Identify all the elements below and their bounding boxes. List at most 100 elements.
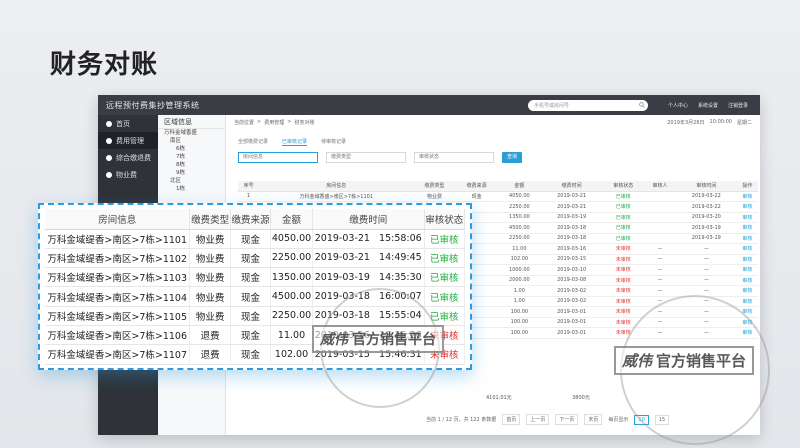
cell-date: 2019-03-19 xyxy=(314,271,370,283)
cell-clock: 14:49:45 xyxy=(379,252,422,264)
table-cell: 未审核 xyxy=(602,254,645,265)
sidebar-item-payment[interactable]: 综合缴退费 xyxy=(98,149,158,166)
sidebar-item-label: 综合缴退费 xyxy=(116,153,151,162)
table-cell: — xyxy=(644,296,676,307)
link-settings[interactable]: 系统设置 xyxy=(698,102,718,109)
cell-source: 现金 xyxy=(230,344,272,365)
table-cell: — xyxy=(644,254,676,265)
cell-source: 现金 xyxy=(230,248,272,269)
tree-node[interactable]: 南区 xyxy=(158,137,225,145)
audit-link[interactable]: 审核 xyxy=(736,275,758,286)
link-logout[interactable]: 注销登录 xyxy=(728,102,748,109)
house-filter-input[interactable]: 房间信息 xyxy=(238,152,318,163)
cell-source: 现金 xyxy=(230,286,272,307)
tree-node[interactable]: 7栋 xyxy=(158,153,225,161)
tree-node[interactable]: 万科金域香盛 xyxy=(158,129,225,137)
audit-link[interactable]: 审核 xyxy=(736,306,758,318)
bg-table-header: 审核状态 xyxy=(602,181,645,192)
cell-source: 现金 xyxy=(230,229,272,249)
page-size-option[interactable]: 10 xyxy=(634,414,649,425)
table-cell: 未审核 xyxy=(602,275,645,286)
table-cell: 2019-03-02 xyxy=(541,296,603,307)
table-row: 万科金域缇香>南区>7栋>1106 退费 现金 11.00 2019-03-16 18:… xyxy=(45,325,466,346)
table-cell: — xyxy=(644,275,676,286)
pagination: 当前 1 / 12 页，共 122 条数据 首页 上一页 下一页 末页 每页显示… xyxy=(426,414,670,425)
table-cell: 未审核 xyxy=(602,264,645,276)
table-cell: 11.00 xyxy=(497,243,542,255)
breadcrumb-item[interactable]: 费用管理 xyxy=(264,119,284,126)
pager-prev[interactable]: 上一页 xyxy=(526,414,550,425)
table-cell: 未审核 xyxy=(602,296,645,307)
status-filter-select[interactable]: 审核状态 xyxy=(414,152,494,163)
link-profile[interactable]: 个人中心 xyxy=(668,102,688,109)
tab-pending[interactable]: 待审核记录 xyxy=(321,138,346,146)
audit-link[interactable]: 审核 xyxy=(736,222,758,234)
zoom-col-house: 房间信息 xyxy=(45,209,191,230)
breadcrumb-item: 财务对账 xyxy=(294,120,315,126)
cell-amount: 102.00 xyxy=(270,344,313,365)
query-button[interactable]: 查询 xyxy=(502,152,522,163)
audit-link[interactable]: 审核 xyxy=(736,327,758,339)
app-title: 远程预付费集抄管理系统 xyxy=(106,100,200,110)
cell-clock: 16:00:07 xyxy=(379,291,422,303)
money-icon xyxy=(106,137,112,144)
sidebar-item-home[interactable]: 首页 xyxy=(98,115,158,132)
breadcrumb-sep: > xyxy=(287,119,292,125)
tree-node[interactable]: 8栋 xyxy=(158,161,225,169)
cell-house: 万科金域缇香>南区>7栋>1104 xyxy=(45,286,191,307)
audit-link[interactable]: 审核 xyxy=(736,285,758,297)
tab-all[interactable]: 全部缴费记录 xyxy=(238,138,268,146)
cell-status: 已审核 xyxy=(424,267,466,288)
cell-type: 物业费 xyxy=(189,248,231,269)
time-text: 10:00:00 xyxy=(709,119,732,125)
bg-table-header: 操作 xyxy=(736,181,758,192)
table-cell: — xyxy=(644,306,676,318)
bg-table-header: 房间信息 xyxy=(259,181,414,192)
tree-node[interactable]: 北区 xyxy=(158,177,225,185)
table-cell: 2019-03-01 xyxy=(541,317,603,328)
table-cell: — xyxy=(644,285,676,297)
table-cell: 1.00 xyxy=(497,285,542,297)
tree-node[interactable]: 1栋 xyxy=(158,185,225,193)
audit-link[interactable]: 审核 xyxy=(736,243,758,255)
table-cell: 2000.00 xyxy=(497,275,542,286)
summary-right: 3800元 xyxy=(572,395,590,401)
tab-approved[interactable]: 已审核记录 xyxy=(282,138,308,146)
page-size-option[interactable]: 15 xyxy=(654,414,670,425)
zoom-col-amount: 金额 xyxy=(270,209,313,230)
cell-clock: 14:35:30 xyxy=(379,271,422,283)
sidebar-item-fees[interactable]: 费用管理 xyxy=(98,132,158,149)
audit-link[interactable]: 审核 xyxy=(736,201,758,213)
cell-time: 2019-03-21 14:49:45 xyxy=(312,248,425,269)
table-cell: — xyxy=(644,317,676,328)
pager-last[interactable]: 末页 xyxy=(584,414,603,425)
pager-next[interactable]: 下一页 xyxy=(555,414,579,425)
zoom-callout: 房间信息 缴费类型 缴费来源 金额 缴费时间 审核状态 万科金域缇香>南区>7栋… xyxy=(38,203,472,370)
table-cell xyxy=(644,201,676,213)
audit-link[interactable]: 审核 xyxy=(736,264,758,276)
table-cell: 100.00 xyxy=(497,317,542,328)
sidebar-item-property[interactable]: 物业费 xyxy=(98,166,158,183)
cell-amount: 1350.00 xyxy=(270,267,313,288)
cell-status: 已审核 xyxy=(424,248,466,269)
search-icon[interactable] xyxy=(639,101,645,108)
cell-house: 万科金域缇香>南区>7栋>1107 xyxy=(45,344,191,365)
type-filter-select[interactable]: 缴费类型 xyxy=(326,152,406,163)
cell-house: 万科金域缇香>南区>7栋>1103 xyxy=(45,267,191,288)
audit-link[interactable]: 审核 xyxy=(736,191,758,202)
audit-link[interactable]: 审核 xyxy=(736,233,758,244)
cell-type: 退费 xyxy=(189,325,231,346)
audit-link[interactable]: 审核 xyxy=(736,212,758,223)
pager-first[interactable]: 首页 xyxy=(502,414,521,425)
audit-link[interactable]: 审核 xyxy=(736,317,758,328)
table-cell: 2019-03-22 xyxy=(675,201,737,213)
top-search-input[interactable]: 手机号或房间号 xyxy=(527,99,648,111)
audit-link[interactable]: 审核 xyxy=(736,254,758,265)
table-cell xyxy=(644,233,676,244)
tree-node[interactable]: 9栋 xyxy=(158,169,225,177)
breadcrumb: 当前位置 > 费用管理 > 财务对账 xyxy=(234,119,314,126)
audit-link[interactable]: 审核 xyxy=(736,296,758,307)
table-cell: 2019-03-01 xyxy=(541,306,603,318)
table-cell: 2019-03-22 xyxy=(675,191,737,202)
tree-node[interactable]: 6栋 xyxy=(158,145,225,153)
